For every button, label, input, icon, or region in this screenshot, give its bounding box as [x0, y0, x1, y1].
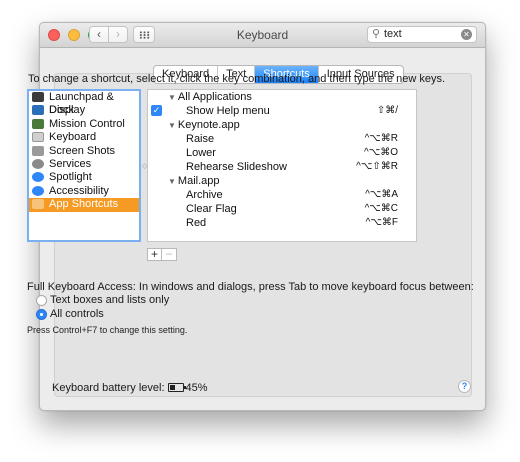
keyboard-icon: [32, 132, 44, 143]
accessibility-icon: [32, 185, 44, 196]
spotlight-icon: [32, 172, 44, 183]
category-list: Launchpad & Dock Display Mission Control…: [27, 89, 141, 242]
keyboard-access-note: Press Control+F7 to change this setting.: [27, 325, 188, 335]
group-all-applications[interactable]: ▼ All Applications: [148, 90, 416, 104]
search-input[interactable]: text: [384, 28, 402, 40]
remove-shortcut-button[interactable]: −: [162, 248, 177, 261]
shortcut-row[interactable]: Lower ^⌥⌘O: [148, 146, 416, 160]
shortcut-row[interactable]: Rehearse Slideshow ^⌥⇧⌘R: [148, 160, 416, 174]
radio-all-controls[interactable]: [36, 309, 47, 320]
shortcut-row[interactable]: Raise ^⌥⌘R: [148, 132, 416, 146]
battery-icon: [167, 383, 186, 392]
category-accessibility[interactable]: Accessibility: [29, 185, 139, 198]
full-keyboard-access-label: Full Keyboard Access: In windows and dia…: [27, 281, 474, 293]
display-icon: [32, 105, 44, 116]
category-services[interactable]: Services: [29, 158, 139, 171]
battery-level: 45%: [185, 382, 208, 394]
search-field[interactable]: ⚲ text ✕: [367, 26, 477, 43]
add-shortcut-button[interactable]: +: [147, 248, 162, 261]
mission-control-icon: [32, 118, 44, 129]
launchpad-icon: [32, 92, 44, 102]
category-display[interactable]: Display: [29, 104, 139, 117]
category-spotlight[interactable]: Spotlight: [29, 171, 139, 184]
shortcuts-list: ▼ All Applications ✓ Show Help menu ⇧⌘/ ▼ Ke…: [147, 89, 417, 242]
gear-icon: [32, 158, 44, 169]
category-mission-control[interactable]: Mission Control: [29, 118, 139, 131]
app-shortcuts-icon: [32, 199, 44, 210]
radio-label-all-controls[interactable]: All controls: [50, 308, 104, 320]
radio-label-text-boxes[interactable]: Text boxes and lists only: [50, 294, 169, 306]
instructions-text: To change a shortcut, select it, click t…: [28, 73, 446, 85]
category-launchpad-dock[interactable]: Launchpad & Dock: [29, 91, 139, 116]
disclosure-triangle-icon[interactable]: ▼: [168, 93, 176, 102]
group-keynote[interactable]: ▼ Keynote.app: [148, 118, 416, 132]
category-screen-shots[interactable]: Screen Shots: [29, 145, 139, 158]
shortcut-checkbox[interactable]: ✓: [151, 105, 162, 116]
shortcut-row[interactable]: Clear Flag ^⌥⌘C: [148, 202, 416, 216]
title-bar: ‹ › Keyboard ⚲ text ✕: [40, 23, 485, 48]
disclosure-triangle-icon[interactable]: ▼: [168, 121, 176, 130]
group-mail[interactable]: ▼ Mail.app: [148, 174, 416, 188]
battery-status: Keyboard battery level: 45%: [52, 382, 208, 394]
help-button[interactable]: ?: [458, 380, 471, 393]
battery-label: Keyboard battery level:: [52, 382, 165, 394]
category-app-shortcuts[interactable]: App Shortcuts: [29, 198, 139, 212]
category-keyboard[interactable]: Keyboard: [29, 131, 139, 144]
radio-text-boxes-only[interactable]: [36, 295, 47, 306]
screenshot-icon: [32, 145, 44, 156]
clear-search-icon[interactable]: ✕: [461, 29, 472, 40]
search-icon: ⚲: [372, 28, 381, 40]
shortcut-row[interactable]: ✓ Show Help menu ⇧⌘/: [148, 104, 416, 118]
shortcut-row[interactable]: Archive ^⌥⌘A: [148, 188, 416, 202]
disclosure-triangle-icon[interactable]: ▼: [168, 177, 176, 186]
shortcut-row[interactable]: Red ^⌥⌘F: [148, 216, 416, 230]
